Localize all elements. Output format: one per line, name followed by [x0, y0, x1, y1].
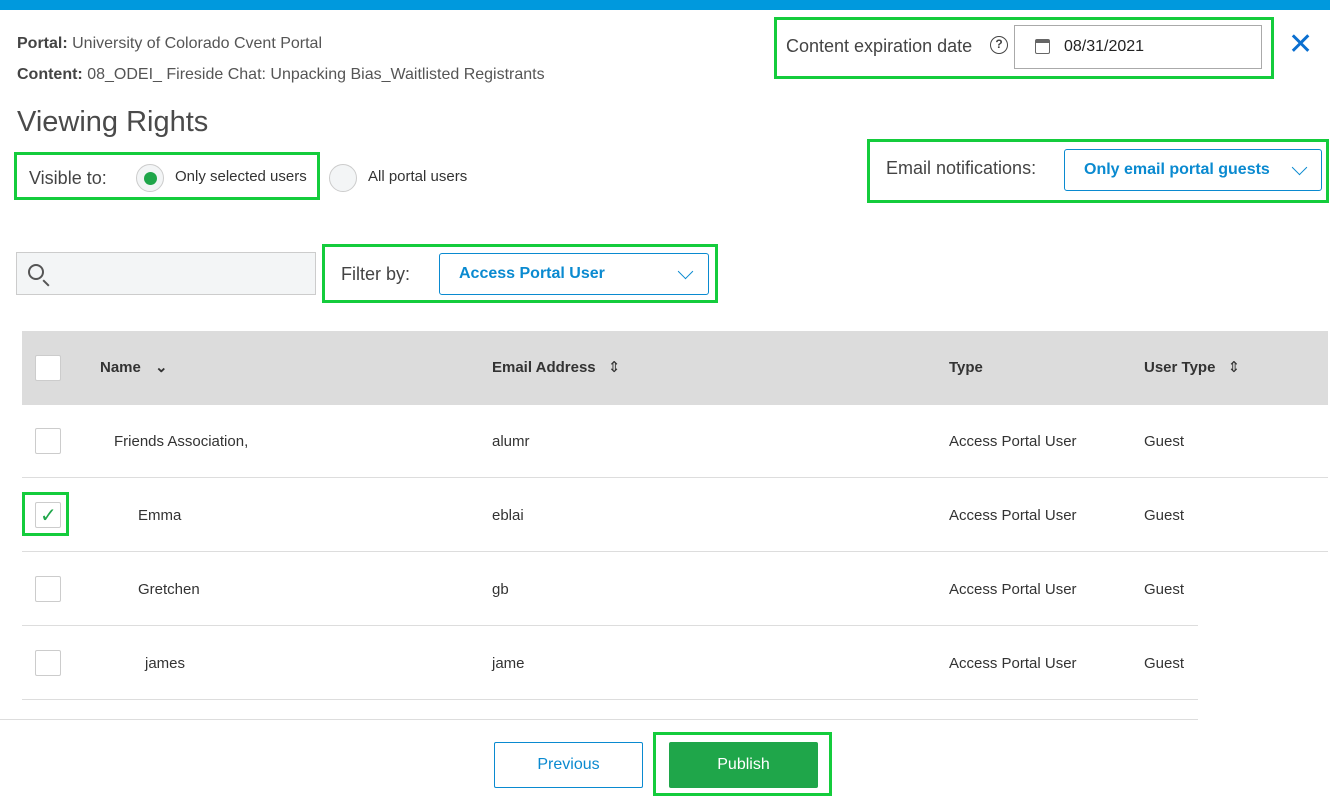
visible-to-label: Visible to:	[29, 168, 107, 188]
publish-button[interactable]: Publish	[669, 742, 818, 788]
filter-value: Access Portal User	[459, 265, 605, 282]
email-notifications-label: Email notifications:	[886, 158, 1037, 178]
expiration-date-value: 08/31/2021	[1064, 38, 1145, 55]
close-icon[interactable]: ✕	[1288, 30, 1313, 60]
filter-dropdown[interactable]: Access Portal User	[439, 253, 709, 295]
content-info: Content: 08_ODEI_ Fireside Chat: Unpacki…	[17, 66, 545, 84]
column-type: Type	[949, 359, 983, 376]
table-row[interactable]: james jame Access Portal User Guest	[22, 626, 1198, 700]
radio-label-only-selected: Only selected users	[175, 168, 307, 185]
chevron-down-icon	[677, 263, 694, 280]
column-user-type-label: User Type	[1144, 359, 1216, 376]
email-notifications-value: Only email portal guests	[1084, 161, 1270, 178]
cell-email: jame	[492, 655, 525, 672]
portal-label: Portal:	[17, 35, 68, 52]
radio-all-portal-users[interactable]	[329, 164, 357, 192]
help-icon[interactable]: ?	[990, 36, 1008, 54]
radio-only-selected-users[interactable]	[136, 164, 164, 192]
select-all-checkbox[interactable]	[35, 355, 61, 381]
cell-email: eblai	[492, 507, 524, 524]
row-checkbox[interactable]	[35, 650, 61, 676]
cell-user-type: Guest	[1144, 581, 1185, 598]
sort-icon[interactable]: ⇕	[1228, 359, 1241, 376]
search-icon	[28, 264, 44, 280]
cell-type: Access Portal User	[949, 655, 1077, 672]
cell-email: alumr	[492, 433, 530, 450]
row-checkbox[interactable]: ✓	[35, 502, 61, 528]
table-row[interactable]: Friends Association, alumr Access Portal…	[22, 404, 1328, 478]
cell-type: Access Portal User	[949, 581, 1077, 598]
email-notifications-dropdown[interactable]: Only email portal guests	[1064, 149, 1322, 191]
divider	[0, 719, 1198, 720]
sort-down-icon[interactable]: ⌄	[155, 359, 168, 376]
expiration-label: Content expiration date	[786, 36, 973, 56]
page-title: Viewing Rights	[17, 106, 209, 138]
cell-type: Access Portal User	[949, 507, 1077, 524]
row-checkbox[interactable]	[35, 428, 61, 454]
search-icon-handle	[42, 279, 50, 287]
content-value: 08_ODEI_ Fireside Chat: Unpacking Bias_W…	[87, 66, 545, 83]
sort-icon[interactable]: ⇕	[608, 359, 621, 376]
table-header: Name ⌄ Email Address ⇕ Type User Type ⇕	[22, 331, 1328, 405]
portal-info: Portal: University of Colorado Cvent Por…	[17, 35, 322, 53]
table-row[interactable]: ✓ Emma eblai Access Portal User Guest	[22, 478, 1328, 552]
column-name[interactable]: Name ⌄	[100, 358, 168, 376]
filter-label: Filter by:	[341, 264, 411, 284]
expiration-date-input[interactable]: 08/31/2021	[1014, 25, 1262, 69]
row-checkbox[interactable]	[35, 576, 61, 602]
column-email[interactable]: Email Address ⇕	[492, 358, 620, 376]
row-divider	[22, 699, 1198, 700]
cell-user-type: Guest	[1144, 655, 1185, 672]
radio-label-all-portal: All portal users	[368, 168, 468, 185]
cell-name: james	[145, 655, 186, 672]
column-name-label: Name	[100, 359, 141, 376]
previous-button[interactable]: Previous	[494, 742, 643, 788]
content-label: Content:	[17, 66, 83, 83]
column-user-type[interactable]: User Type ⇕	[1144, 358, 1240, 376]
table-row[interactable]: Gretchen gb Access Portal User Guest	[22, 552, 1198, 626]
portal-value: University of Colorado Cvent Portal	[72, 35, 323, 52]
top-bar	[0, 0, 1330, 10]
cell-type: Access Portal User	[949, 433, 1077, 450]
cell-user-type: Guest	[1144, 433, 1185, 450]
calendar-icon[interactable]	[1035, 39, 1050, 54]
chevron-down-icon	[1291, 159, 1308, 176]
search-input[interactable]	[16, 252, 316, 295]
cell-user-type: Guest	[1144, 507, 1185, 524]
cell-name: Emma	[138, 507, 182, 524]
column-email-label: Email Address	[492, 359, 596, 376]
cell-email: gb	[492, 581, 509, 598]
cell-name: Gretchen	[138, 581, 200, 598]
cell-name: Friends Association,	[114, 433, 249, 450]
check-icon: ✓	[40, 505, 57, 527]
